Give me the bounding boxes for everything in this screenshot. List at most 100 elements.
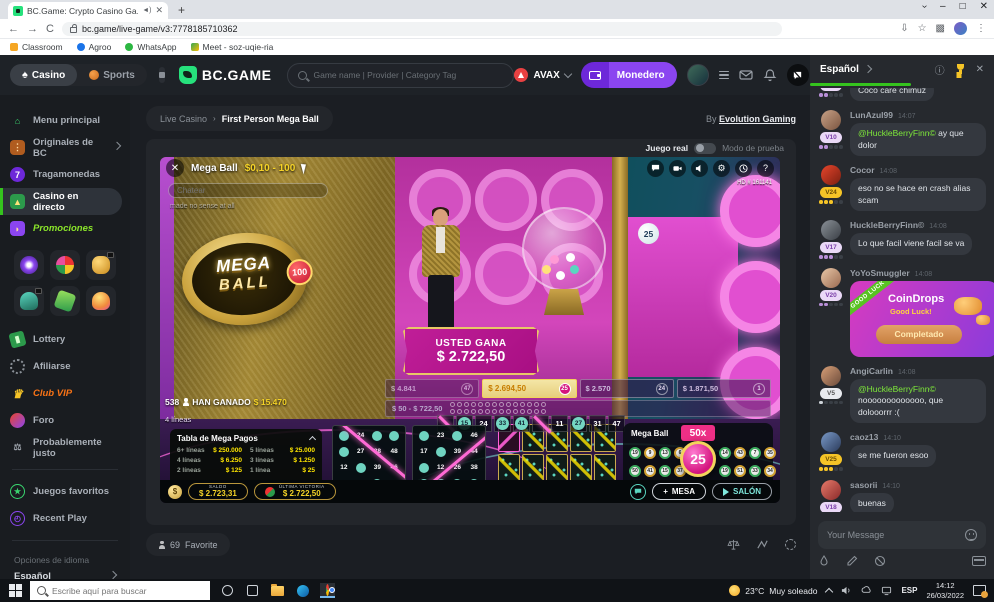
install-icon[interactable]: ⇩ xyxy=(900,23,908,34)
promo-tile-champion[interactable] xyxy=(86,286,116,316)
window-minimize-icon[interactable]: – xyxy=(940,1,946,12)
taskbar-search[interactable] xyxy=(30,581,210,600)
volume-tray-icon[interactable] xyxy=(841,585,852,596)
coindrops-card[interactable]: GOOD LUCK CoinDrops Good Luck! Completad… xyxy=(850,281,994,357)
game-search-input[interactable] xyxy=(313,70,503,80)
chat-close-icon[interactable]: ✕ xyxy=(976,64,984,75)
window-maximize-icon[interactable]: □ xyxy=(960,1,966,12)
game-chat-field[interactable] xyxy=(168,183,328,198)
wallet-button[interactable]: Monedero xyxy=(581,62,677,88)
profile-menu-icon[interactable] xyxy=(719,71,729,80)
user-avatar[interactable] xyxy=(687,64,709,86)
chat-username[interactable]: YoYoSmuggler xyxy=(850,268,910,278)
bookmark-whatsapp[interactable]: WhatsApp xyxy=(125,42,176,52)
reload-icon[interactable]: C xyxy=(46,23,54,35)
sidebar-item-promociones[interactable]: ◗Promociones xyxy=(0,215,130,242)
chevron-right-icon[interactable] xyxy=(864,65,872,73)
url-field[interactable] xyxy=(62,22,782,36)
chrome-icon[interactable] xyxy=(320,583,335,598)
currency-coin-icon[interactable]: $ xyxy=(168,485,182,499)
tray-expand-icon[interactable] xyxy=(825,588,833,596)
promo-tile-tag[interactable] xyxy=(50,286,80,316)
forward-icon[interactable]: → xyxy=(27,23,38,35)
currency-selector[interactable]: AVAX xyxy=(514,68,570,82)
back-icon[interactable]: ← xyxy=(8,23,19,35)
task-view-icon[interactable] xyxy=(245,583,260,598)
sidebar-item-originales[interactable]: ⋮Originales de BC xyxy=(0,134,130,161)
coindrops-completed-button[interactable]: Completado xyxy=(876,325,962,344)
rewards-card-icon[interactable] xyxy=(972,556,986,566)
sidebar-item-tragamonedas[interactable]: 7Tragamonedas xyxy=(0,161,130,188)
sidebar-language-selector[interactable]: Español xyxy=(0,567,130,579)
fairness-scale-icon[interactable] xyxy=(727,538,740,551)
chat-input-box[interactable] xyxy=(818,521,986,549)
sidebar-item-foro[interactable]: Foro xyxy=(0,407,130,434)
avatar[interactable] xyxy=(821,366,841,386)
nav-casino[interactable]: ♠Casino xyxy=(10,64,77,86)
browser-tab[interactable]: BC.Game: Crypto Casino Ga... ◄) ✕ xyxy=(8,2,168,19)
file-explorer-icon[interactable] xyxy=(270,583,285,598)
dealer-chat-icon[interactable] xyxy=(630,484,646,500)
help-icon[interactable]: ? xyxy=(757,160,774,177)
browser-profile-avatar[interactable] xyxy=(954,22,967,35)
lobby-button[interactable]: SALÓN xyxy=(712,483,772,500)
avatar[interactable] xyxy=(821,432,841,452)
game-close-icon[interactable]: ✕ xyxy=(166,159,184,177)
bookmark-classroom[interactable]: Classroom xyxy=(10,42,63,52)
collapse-icon[interactable] xyxy=(309,436,316,443)
mail-icon[interactable] xyxy=(739,68,753,82)
avatar[interactable] xyxy=(821,268,841,288)
bookmark-agroo[interactable]: Agroo xyxy=(77,42,112,52)
promo-tile-target[interactable] xyxy=(14,250,44,280)
favorite-button[interactable]: 69 Favorite xyxy=(146,533,230,556)
provider-link[interactable]: Evolution Gaming xyxy=(719,114,796,124)
window-close-icon[interactable]: ✕ xyxy=(980,1,988,12)
onedrive-tray-icon[interactable] xyxy=(861,585,872,596)
start-button[interactable] xyxy=(9,584,22,597)
chat-username[interactable]: Cocor xyxy=(850,165,875,175)
notification-center-icon[interactable] xyxy=(973,585,986,596)
sidebar-collapse-button[interactable] xyxy=(159,67,165,83)
url-input[interactable] xyxy=(82,24,722,34)
mention[interactable]: @HuckleBerryFinn© xyxy=(858,384,936,394)
new-tab-button[interactable]: + xyxy=(178,3,185,17)
sidebar-item-lottery[interactable]: ▮Lottery xyxy=(0,326,130,353)
mention[interactable]: @HuckleBerryFinn© xyxy=(858,128,936,138)
nav-sports[interactable]: Sports xyxy=(77,64,147,86)
edge-icon[interactable] xyxy=(295,583,310,598)
bc-game-logo[interactable]: BC.GAME xyxy=(179,66,272,84)
weather-widget[interactable]: 23°C Muy soleado xyxy=(729,585,817,596)
loading-circle-icon[interactable] xyxy=(785,539,796,550)
chat-rules-icon[interactable]: ⓘ xyxy=(935,62,945,77)
trend-icon[interactable] xyxy=(756,538,769,551)
sidebar-item-recent-play[interactable]: ◴Recent Play xyxy=(0,505,130,532)
chat-username[interactable]: sasorii xyxy=(850,480,877,490)
avatar[interactable] xyxy=(821,480,841,500)
promo-tile-rocket[interactable] xyxy=(14,286,44,316)
sidebar-item-menu-principal[interactable]: ⌂Menu principal xyxy=(0,107,130,134)
demo-mode-label[interactable]: Modo de prueba xyxy=(722,143,784,153)
mode-toggle[interactable] xyxy=(694,143,716,154)
sidebar-item-casino-en-directo[interactable]: ▲Casino en directo xyxy=(0,188,122,215)
bookmark-meet[interactable]: Meet - soz-uqie-ria xyxy=(191,42,274,52)
sidebar-item-probablemente-justo[interactable]: ⚖Probablemente justo xyxy=(0,434,130,461)
volume-icon[interactable] xyxy=(691,160,708,177)
language-indicator[interactable]: ESP xyxy=(901,586,917,595)
chat-username[interactable]: AngiCarlin xyxy=(850,366,893,376)
sidebar-item-juegos-favoritos[interactable]: ★Juegos favoritos xyxy=(0,478,130,505)
avatar[interactable] xyxy=(821,165,841,185)
history-icon[interactable] xyxy=(735,160,752,177)
add-table-button[interactable]: +MESA xyxy=(652,483,706,500)
settings-icon[interactable]: ⚙ xyxy=(713,160,730,177)
chat-message-input[interactable] xyxy=(827,530,959,540)
moderation-icon[interactable] xyxy=(874,555,886,567)
taskbar-clock[interactable]: 14:12 26/03/2022 xyxy=(926,581,964,600)
taskbar-search-input[interactable] xyxy=(52,586,192,596)
promo-tile-piggy[interactable] xyxy=(86,250,116,280)
extensions-icon[interactable]: ▩ xyxy=(936,23,945,34)
presenter-chat-icon[interactable] xyxy=(647,160,664,177)
coin-drop-icon[interactable] xyxy=(818,555,830,567)
sidebar-item-club-vip[interactable]: ♛Club VIP xyxy=(0,380,130,407)
chat-language[interactable]: Español xyxy=(820,64,859,75)
camera-icon[interactable] xyxy=(669,160,686,177)
